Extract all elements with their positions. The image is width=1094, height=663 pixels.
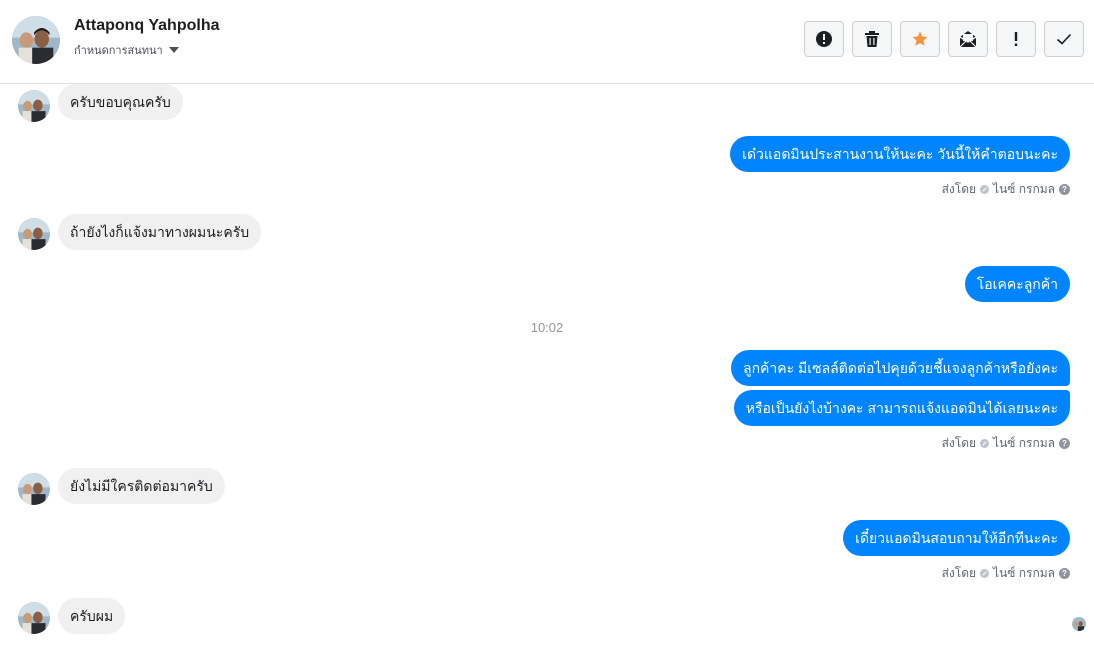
sent-by-label: ส่งโดย <box>941 566 977 580</box>
help-icon[interactable]: ? <box>1059 568 1070 579</box>
mark-unread-button[interactable] <box>948 21 988 57</box>
caret-down-icon <box>168 47 179 53</box>
conversation-toolbar <box>804 21 1084 57</box>
trash-icon <box>865 31 879 47</box>
verified-icon <box>980 185 990 194</box>
message-bubble-outgoing[interactable]: เด๋วแอดมินประสานงานให้นะคะ วันนี้ให้คำตอ… <box>730 136 1070 172</box>
follow-up-button[interactable] <box>996 21 1036 57</box>
sent-by-label: ส่งโดย <box>941 182 977 196</box>
alert-circle-icon <box>816 31 832 47</box>
sent-by-info: ส่งโดย ไนซ์ กรกมล ? <box>942 434 1070 453</box>
help-icon[interactable]: ? <box>1059 438 1070 449</box>
sender-name: ไนซ์ กรกมล <box>993 566 1055 580</box>
contact-name[interactable]: Attaponq Yahpolha <box>74 17 219 35</box>
star-button[interactable] <box>900 21 940 57</box>
verified-icon <box>980 569 990 578</box>
conversation-label-text: กำหนดการสนทนา <box>74 45 163 57</box>
delete-button[interactable] <box>852 21 892 57</box>
contact-avatar <box>18 602 50 634</box>
message-bubble-outgoing[interactable]: หรือเป็นยังไงบ้างคะ สามารถแจ้งแอดมินได้เ… <box>733 390 1070 426</box>
mark-unread-icon <box>959 31 977 48</box>
message-bubble-incoming[interactable]: ถ้ายังไงก็แจ้งมาทางผมนะครับ <box>58 214 262 250</box>
message-bubble-incoming[interactable]: ยังไม่มีใครติดต่อมาครับ <box>58 468 225 504</box>
message-thread[interactable]: ครับขอบคุณครับ เด๋วแอดมินประสานงานให้นะค… <box>0 84 1094 663</box>
sender-name: ไนซ์ กรกมล <box>993 182 1055 196</box>
contact-avatar <box>18 90 50 122</box>
contact-avatar <box>18 218 50 250</box>
help-icon[interactable]: ? <box>1059 184 1070 195</box>
check-icon <box>1056 33 1072 45</box>
verified-icon <box>980 439 990 448</box>
sent-by-label: ส่งโดย <box>941 436 977 450</box>
sender-name: ไนซ์ กรกมล <box>993 436 1055 450</box>
contact-avatar[interactable] <box>12 16 60 64</box>
message-bubble-incoming[interactable]: ครับขอบคุณครับ <box>58 84 183 120</box>
seen-avatar-icon <box>1072 617 1086 631</box>
message-bubble-outgoing[interactable]: เดี๋ยวแอดมินสอบถามให้อีกทีนะคะ <box>843 520 1070 556</box>
message-bubble-outgoing[interactable]: ลูกค้าคะ มีเซลล์ติดต่อไปคุยด้วยชี้แจงลูก… <box>731 350 1070 386</box>
time-separator: 10:02 <box>530 320 564 335</box>
conversation-label-dropdown[interactable]: กำหนดการสนทนา <box>74 41 179 59</box>
mark-spam-button[interactable] <box>804 21 844 57</box>
contact-avatar <box>18 473 50 505</box>
conversation-header: Attaponq Yahpolha กำหนดการสนทนา <box>0 0 1094 84</box>
sent-by-info: ส่งโดย ไนซ์ กรกมล ? <box>942 180 1070 199</box>
sent-by-info: ส่งโดย ไนซ์ กรกมล ? <box>942 564 1070 583</box>
star-icon <box>912 31 928 46</box>
message-bubble-outgoing[interactable]: โอเคคะลูกค้า <box>964 266 1070 302</box>
mark-done-button[interactable] <box>1044 21 1084 57</box>
exclamation-icon <box>1014 32 1018 46</box>
message-bubble-incoming[interactable]: ครับผม <box>58 598 126 634</box>
